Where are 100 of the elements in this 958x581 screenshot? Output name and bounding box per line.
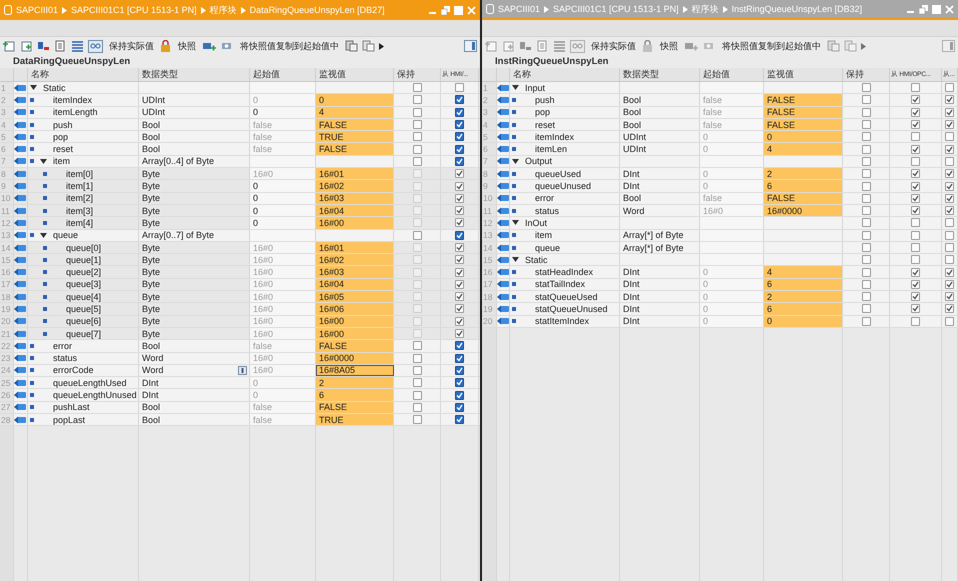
monitor-value[interactable]: 2 bbox=[764, 291, 843, 302]
table-row[interactable]: 3 pop Bool false FALSE bbox=[482, 106, 958, 119]
table-row[interactable]: 1 Static bbox=[0, 82, 480, 94]
column-header[interactable]: 数据类型 bbox=[139, 68, 250, 81]
table-row[interactable]: 13 item Array[*] of Byte bbox=[482, 230, 958, 242]
column-header[interactable]: 监视值 bbox=[764, 68, 843, 81]
monitor-value[interactable]: 6 bbox=[764, 180, 843, 192]
monitor-value[interactable]: 4 bbox=[764, 266, 843, 278]
table-row[interactable]: 5 itemIndex UDInt 0 0 bbox=[482, 131, 958, 144]
table-row[interactable]: 9 queueUnused DInt 0 6 bbox=[482, 180, 958, 193]
table-row[interactable]: 10 item[2] Byte 0 16#03 bbox=[0, 192, 480, 205]
monitor-value[interactable]: 16#00 bbox=[316, 217, 394, 229]
table-row[interactable]: 15 Static bbox=[482, 254, 958, 266]
column-header[interactable]: 监视值 bbox=[316, 68, 394, 81]
table-row[interactable]: 1 Input bbox=[482, 82, 958, 94]
monitor-value[interactable]: FALSE bbox=[764, 118, 843, 130]
table-row[interactable]: 13 queue Array[0..7] of Byte bbox=[0, 230, 480, 242]
table-row[interactable]: 23 status Word 16#0 16#0000 bbox=[0, 352, 480, 365]
monitor-value[interactable]: 0 bbox=[316, 94, 394, 106]
table-row[interactable]: 8 queueUsed DInt 0 2 bbox=[482, 168, 958, 180]
toolbar-button[interactable]: 将快照值复制到起始值中 bbox=[238, 40, 341, 52]
toolbar-button[interactable]: 快照 bbox=[176, 40, 198, 52]
monitor-value[interactable]: FALSE bbox=[316, 340, 394, 352]
table-row[interactable]: 12 item[4] Byte 0 16#00 bbox=[0, 217, 480, 230]
toolbar-button[interactable]: 保持实际值 bbox=[589, 40, 638, 52]
monitor-value[interactable]: 4 bbox=[316, 106, 394, 118]
table-row[interactable]: 11 status Word 16#0 16#0000 bbox=[482, 204, 958, 218]
monitor-value[interactable]: 16#03 bbox=[316, 266, 394, 278]
table-row[interactable]: 2 push Bool false FALSE bbox=[482, 94, 958, 107]
table-row[interactable]: 10 error Bool false FALSE bbox=[482, 192, 958, 205]
monitor-value[interactable]: 16#03 bbox=[316, 192, 394, 204]
monitor-value[interactable]: FALSE bbox=[316, 402, 394, 414]
column-header[interactable]: 起始值 bbox=[700, 68, 764, 81]
table-row[interactable]: 20 queue[6] Byte 16#0 16#00 bbox=[0, 316, 480, 328]
monitor-value[interactable]: 6 bbox=[316, 389, 394, 401]
monitor-value[interactable]: TRUE bbox=[316, 131, 394, 142]
column-header[interactable]: 保持 bbox=[394, 68, 441, 81]
table-row[interactable]: 12 InOut bbox=[482, 217, 958, 230]
table-row[interactable]: 24 errorCode Word 16#0 16#8A05 bbox=[0, 364, 480, 378]
table-row[interactable]: 14 queue[0] Byte 16#0 16#01 bbox=[0, 242, 480, 254]
monitor-value[interactable]: 2 bbox=[316, 377, 394, 388]
column-header[interactable]: 名称 bbox=[28, 68, 139, 81]
column-header[interactable]: 数据类型 bbox=[620, 68, 700, 81]
table-row[interactable]: 7 item Array[0..4] of Byte bbox=[0, 156, 480, 168]
monitor-value[interactable]: 16#04 bbox=[316, 278, 394, 290]
table-row[interactable]: 26 queueLengthUnused DInt 0 6 bbox=[0, 389, 480, 402]
monitor-value[interactable]: 4 bbox=[764, 143, 843, 155]
table-row[interactable]: 18 statQueueUsed DInt 0 2 bbox=[482, 291, 958, 304]
table-row[interactable]: 20 statItemIndex DInt 0 0 bbox=[482, 316, 958, 328]
column-header[interactable]: 名称 bbox=[510, 68, 620, 81]
monitor-value[interactable]: 16#00 bbox=[316, 328, 394, 340]
table-row[interactable]: 16 queue[2] Byte 16#0 16#03 bbox=[0, 266, 480, 279]
monitor-value[interactable]: FALSE bbox=[764, 192, 843, 204]
table-row[interactable]: 15 queue[1] Byte 16#0 16#02 bbox=[0, 254, 480, 266]
table-row[interactable]: 6 itemLen UDInt 0 4 bbox=[482, 143, 958, 156]
monitor-value[interactable]: 16#02 bbox=[316, 254, 394, 266]
monitor-value[interactable]: FALSE bbox=[316, 143, 394, 155]
monitor-value[interactable]: 16#8A05 bbox=[316, 364, 394, 376]
table-row[interactable]: 19 statQueueUnused DInt 0 6 bbox=[482, 303, 958, 316]
table-row[interactable]: 4 push Bool false FALSE bbox=[0, 118, 480, 132]
monitor-value[interactable]: 16#06 bbox=[316, 303, 394, 315]
table-row[interactable]: 11 item[3] Byte 0 16#04 bbox=[0, 204, 480, 218]
monitor-value[interactable]: 16#01 bbox=[316, 168, 394, 180]
table-row[interactable]: 5 pop Bool false TRUE bbox=[0, 131, 480, 144]
table-row[interactable]: 2 itemIndex UDInt 0 0 bbox=[0, 94, 480, 107]
monitor-value[interactable]: 2 bbox=[764, 168, 843, 180]
table-row[interactable]: 4 reset Bool false FALSE bbox=[482, 118, 958, 132]
monitor-value[interactable]: 0 bbox=[764, 131, 843, 142]
monitor-value[interactable]: 16#00 bbox=[316, 316, 394, 327]
table-row[interactable]: 16 statHeadIndex DInt 0 4 bbox=[482, 266, 958, 279]
table-row[interactable]: 7 Output bbox=[482, 156, 958, 168]
monitor-value[interactable]: 6 bbox=[764, 303, 843, 315]
monitor-value[interactable]: 16#0000 bbox=[316, 352, 394, 364]
column-header[interactable]: 保持 bbox=[843, 68, 890, 81]
table-row[interactable]: 17 queue[3] Byte 16#0 16#04 bbox=[0, 278, 480, 292]
monitor-value[interactable]: 0 bbox=[764, 316, 843, 327]
table-row[interactable]: 18 queue[4] Byte 16#0 16#05 bbox=[0, 291, 480, 304]
table-row[interactable]: 22 error Bool false FALSE bbox=[0, 340, 480, 353]
table-row[interactable]: 9 item[1] Byte 0 16#02 bbox=[0, 180, 480, 193]
table-row[interactable]: 25 queueLengthUsed DInt 0 2 bbox=[0, 377, 480, 390]
toolbar-button[interactable]: 将快照值复制到起始值中 bbox=[720, 40, 823, 52]
table-row[interactable]: 28 popLast Bool false TRUE bbox=[0, 414, 480, 426]
monitor-value[interactable]: 16#02 bbox=[316, 180, 394, 192]
monitor-value[interactable]: 16#04 bbox=[316, 204, 394, 216]
monitor-value[interactable]: FALSE bbox=[764, 94, 843, 106]
monitor-value[interactable]: 16#0000 bbox=[764, 204, 843, 216]
table-row[interactable]: 27 pushLast Bool false FALSE bbox=[0, 402, 480, 414]
table-row[interactable]: 3 itemLength UDInt 0 4 bbox=[0, 106, 480, 119]
monitor-value[interactable]: FALSE bbox=[316, 118, 394, 130]
toolbar-button[interactable]: 保持实际值 bbox=[107, 40, 156, 52]
monitor-value[interactable]: FALSE bbox=[764, 106, 843, 118]
table-row[interactable]: 14 queue Array[*] of Byte bbox=[482, 242, 958, 254]
table-row[interactable]: 6 reset Bool false FALSE bbox=[0, 143, 480, 156]
table-row[interactable]: 19 queue[5] Byte 16#0 16#06 bbox=[0, 303, 480, 316]
monitor-value[interactable]: 6 bbox=[764, 278, 843, 290]
monitor-value[interactable]: 16#05 bbox=[316, 291, 394, 302]
column-header[interactable]: 起始值 bbox=[250, 68, 316, 81]
table-row[interactable]: 8 item[0] Byte 16#0 16#01 bbox=[0, 168, 480, 180]
toolbar-button[interactable]: 快照 bbox=[658, 40, 680, 52]
table-row[interactable]: 17 statTailIndex DInt 0 6 bbox=[482, 278, 958, 292]
